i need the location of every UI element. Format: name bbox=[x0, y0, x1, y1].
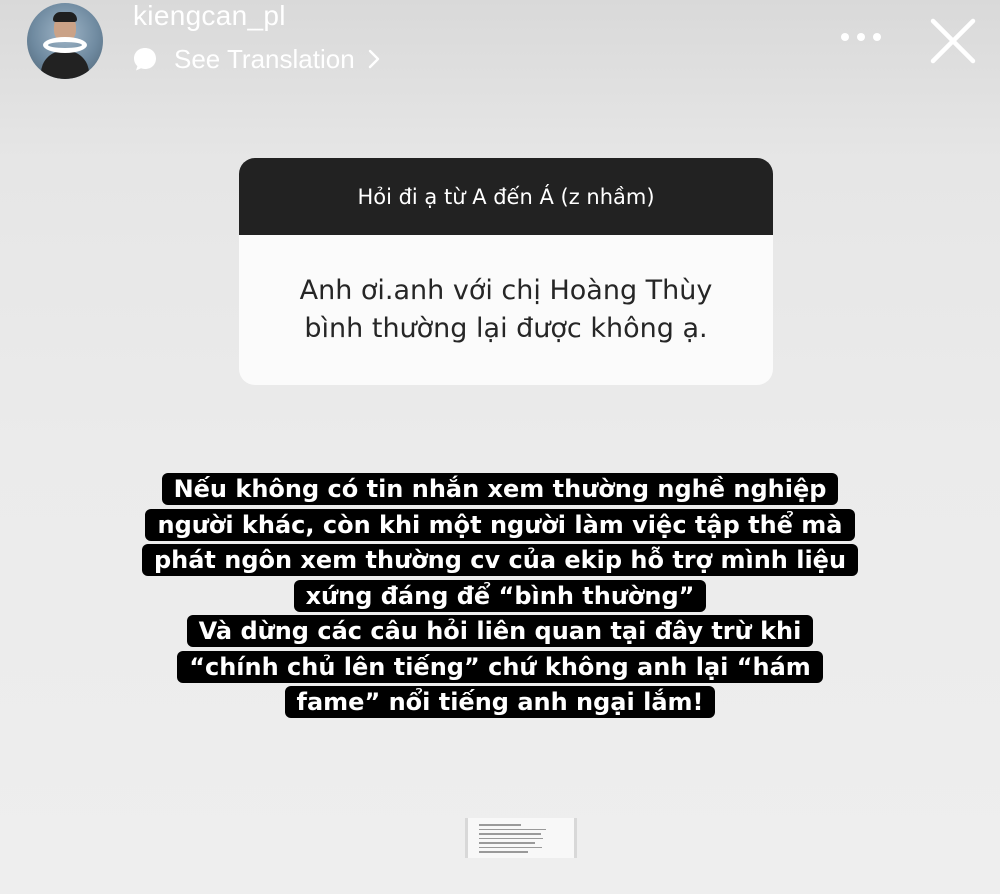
answer-line: người khác, còn khi một người làm việc t… bbox=[145, 508, 855, 541]
chevron-right-icon bbox=[368, 49, 379, 69]
see-translation-label: See Translation bbox=[174, 43, 355, 74]
thumbnail-edge bbox=[574, 818, 577, 858]
close-icon[interactable] bbox=[928, 16, 978, 66]
answer-line: Nếu không có tin nhắn xem thường nghề ng… bbox=[161, 473, 839, 505]
answer-line: Và dừng các câu hỏi liên quan tại đây tr… bbox=[186, 615, 814, 647]
thumbnail-lines bbox=[479, 821, 549, 856]
question-line: Anh ơi.anh với chị Hoàng Thùy bbox=[299, 275, 713, 306]
answer-line: fame” nổi tiếng anh ngại lắm! bbox=[284, 686, 716, 718]
profile-avatar[interactable] bbox=[27, 3, 103, 79]
avatar-hair bbox=[53, 12, 77, 22]
answer-line: phát ngôn xem thường cv của ekip hỗ trợ … bbox=[141, 544, 859, 576]
answer-text: Nếu không có tin nhắn xem thường nghề ng… bbox=[140, 472, 860, 721]
story-header: kiengcan_pl See Translation bbox=[0, 0, 1000, 90]
thumbnail-edge bbox=[465, 818, 468, 858]
more-dots-icon[interactable] bbox=[840, 30, 882, 44]
avatar-ring bbox=[43, 37, 87, 53]
avatar-body bbox=[41, 51, 89, 79]
question-line: bình thường lại được không ạ. bbox=[304, 313, 708, 344]
question-prompt: Hỏi đi ạ từ A đến Á (z nhầm) bbox=[239, 158, 773, 235]
text-thumbnail bbox=[465, 818, 577, 858]
question-text: Anh ơi.anh với chị Hoàng Thùy bình thườn… bbox=[239, 235, 773, 385]
answer-line: xứng đáng để “bình thường” bbox=[293, 579, 707, 612]
see-translation-link[interactable]: See Translation bbox=[132, 44, 381, 74]
question-sticker[interactable]: Hỏi đi ạ từ A đến Á (z nhầm) Anh ơi.anh … bbox=[239, 158, 773, 385]
answer-line: “chính chủ lên tiếng” chứ không anh lại … bbox=[177, 650, 823, 683]
username[interactable]: kiengcan_pl bbox=[133, 0, 286, 32]
speech-bubble-icon bbox=[134, 48, 156, 71]
